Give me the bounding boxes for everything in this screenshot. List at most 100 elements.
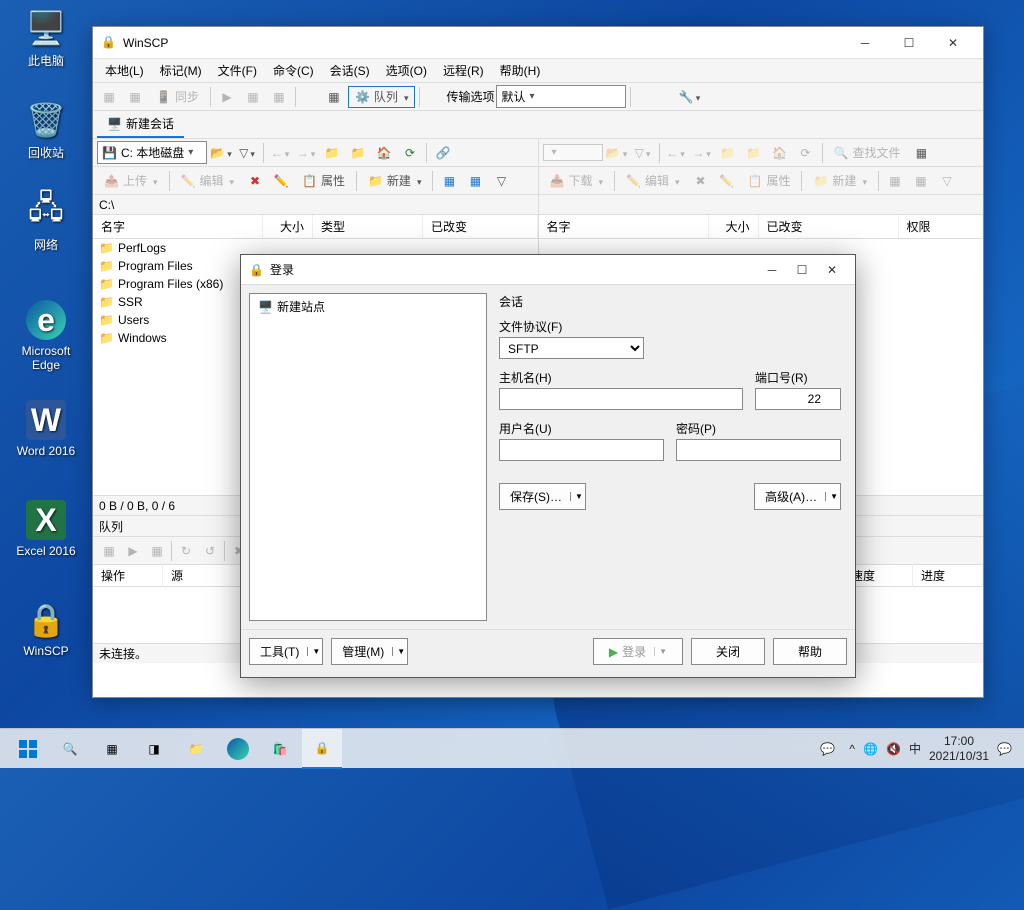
menu-remote[interactable]: 远程(R) xyxy=(435,60,492,81)
port-input[interactable] xyxy=(755,388,841,410)
desktop-icon-word[interactable]: WWord 2016 xyxy=(8,400,84,458)
rcol-changed[interactable]: 已改变 xyxy=(759,215,899,238)
chat-icon[interactable]: 💬 xyxy=(813,729,841,769)
back-icon[interactable]: ← xyxy=(268,142,292,164)
filter-icon[interactable]: ▽ xyxy=(235,142,259,164)
queue-button[interactable]: ⚙️队列 xyxy=(348,86,416,108)
taskview-button[interactable]: ▦ xyxy=(92,729,132,769)
menu-command[interactable]: 命令(C) xyxy=(265,60,322,81)
q-btn-2[interactable]: ▦ xyxy=(145,540,169,562)
r-props-button[interactable]: 📋属性 xyxy=(741,170,798,192)
tools-button[interactable]: 工具(T) xyxy=(249,638,323,665)
edge-taskbar[interactable] xyxy=(218,729,258,769)
tray-volume-icon[interactable]: 🔇 xyxy=(886,742,901,756)
minus-icon[interactable]: ▦ xyxy=(463,170,487,192)
desktop-icon-edge[interactable]: eMicrosoft Edge xyxy=(8,300,84,372)
menu-file[interactable]: 文件(F) xyxy=(210,60,265,81)
notification-icon[interactable]: 💬 xyxy=(997,742,1012,756)
sync-button[interactable]: 📱同步 xyxy=(149,86,206,108)
site-tree[interactable]: 🖥️ 新建站点 xyxy=(249,293,487,621)
tb-btn-5[interactable]: ▦ xyxy=(267,86,291,108)
start-button[interactable] xyxy=(8,729,48,769)
refresh-icon[interactable]: ⟳ xyxy=(398,142,422,164)
dlg-minimize[interactable]: ─ xyxy=(757,255,787,285)
qcol-progress[interactable]: 进度 xyxy=(913,564,983,587)
desktop-icon-computer[interactable]: 🖥️此电脑 xyxy=(8,8,84,69)
close-button[interactable]: ✕ xyxy=(931,28,975,58)
home-icon[interactable]: 🏠 xyxy=(372,142,396,164)
menu-help[interactable]: 帮助(H) xyxy=(492,60,549,81)
tb-btn-3[interactable]: ▶ xyxy=(215,86,239,108)
search-button[interactable]: 🔍 xyxy=(50,729,90,769)
upload-button[interactable]: 📤上传 xyxy=(97,170,165,192)
r-fwd-icon[interactable]: → xyxy=(690,142,714,164)
save-button[interactable]: 保存(S)… xyxy=(499,483,586,510)
explorer-button[interactable]: 📁 xyxy=(176,729,216,769)
login-titlebar[interactable]: 🔒 登录 ─ ☐ ✕ xyxy=(241,255,855,285)
pass-input[interactable] xyxy=(676,439,841,461)
new-site-item[interactable]: 🖥️ 新建站点 xyxy=(250,294,486,319)
r-refresh-icon[interactable]: ⟳ xyxy=(794,142,818,164)
download-button[interactable]: 📥下载 xyxy=(543,170,611,192)
sync-browse-icon[interactable]: 🔗 xyxy=(431,142,455,164)
r-new-button[interactable]: 📁新建 xyxy=(806,170,874,192)
menu-mark[interactable]: 标记(M) xyxy=(152,60,210,81)
open-folder-icon[interactable]: 📂 xyxy=(209,142,233,164)
tb-btn-1[interactable]: ▦ xyxy=(97,86,121,108)
menu-local[interactable]: 本地(L) xyxy=(97,60,152,81)
r-edit-button[interactable]: ✏️编辑 xyxy=(619,170,687,192)
tb-btn-2[interactable]: ▦ xyxy=(123,86,147,108)
q-btn-4[interactable]: ↺ xyxy=(198,540,222,562)
up-folder-icon[interactable]: 📁 xyxy=(320,142,344,164)
r-rename-icon[interactable]: ✏️ xyxy=(715,170,739,192)
q-btn-1[interactable]: ▦ xyxy=(97,540,121,562)
menu-session[interactable]: 会话(S) xyxy=(322,60,378,81)
tray-network-icon[interactable]: 🌐 xyxy=(863,742,878,756)
minimize-button[interactable]: ─ xyxy=(843,28,887,58)
user-input[interactable] xyxy=(499,439,664,461)
tb-btn-4[interactable]: ▦ xyxy=(241,86,265,108)
menu-options[interactable]: 选项(O) xyxy=(378,60,435,81)
r-home-icon[interactable]: 🏠 xyxy=(768,142,792,164)
r-filter2-icon[interactable]: ▽ xyxy=(935,170,959,192)
dlg-maximize[interactable]: ☐ xyxy=(787,255,817,285)
rcol-name[interactable]: 名字 xyxy=(539,215,709,238)
root-folder-icon[interactable]: 📁 xyxy=(346,142,370,164)
new-session-tab[interactable]: 🖥️ 新建会话 xyxy=(97,111,184,138)
col-size[interactable]: 大小 xyxy=(263,215,313,238)
r-delete-icon[interactable]: ✖ xyxy=(689,170,713,192)
r-up-icon[interactable]: 📁 xyxy=(716,142,740,164)
delete-icon[interactable]: ✖ xyxy=(243,170,267,192)
host-input[interactable] xyxy=(499,388,743,410)
drive-selector[interactable]: 💾C: 本地磁盘 xyxy=(97,141,207,164)
dlg-close[interactable]: ✕ xyxy=(817,255,847,285)
plus-icon[interactable]: ▦ xyxy=(437,170,461,192)
col-name[interactable]: 名字 xyxy=(93,215,263,238)
remote-drive[interactable] xyxy=(543,144,603,161)
qcol-op[interactable]: 操作 xyxy=(93,564,163,587)
rcol-perm[interactable]: 权限 xyxy=(899,215,984,238)
winscp-titlebar[interactable]: 🔒 WinSCP ─ ☐ ✕ xyxy=(93,27,983,59)
tb-btn-6[interactable]: ▦ xyxy=(322,86,346,108)
q-btn-3[interactable]: ↻ xyxy=(174,540,198,562)
manage-button[interactable]: 管理(M) xyxy=(331,638,408,665)
tray-clock[interactable]: 17:00 2021/10/31 xyxy=(929,734,989,763)
new-button[interactable]: 📁新建 xyxy=(361,170,429,192)
store-button[interactable]: 🛍️ xyxy=(260,729,300,769)
winscp-taskbar[interactable]: 🔒 xyxy=(302,729,342,769)
tray-chevron-icon[interactable]: ^ xyxy=(849,742,855,756)
r-minus-icon[interactable]: ▦ xyxy=(909,170,933,192)
r-plus-icon[interactable]: ▦ xyxy=(883,170,907,192)
advanced-button[interactable]: 高级(A)… xyxy=(754,483,841,510)
login-button[interactable]: ▶登录▼ xyxy=(593,638,683,665)
forward-icon[interactable]: → xyxy=(294,142,318,164)
r-extra-icon[interactable]: ▦ xyxy=(909,142,933,164)
r-open-icon[interactable]: 📂 xyxy=(605,142,629,164)
col-changed[interactable]: 已改变 xyxy=(423,215,538,238)
transfer-combo[interactable]: 默认 xyxy=(496,85,626,108)
close-button[interactable]: 关闭 xyxy=(691,638,765,665)
rcol-size[interactable]: 大小 xyxy=(709,215,759,238)
r-filter-icon[interactable]: ▽ xyxy=(631,142,655,164)
find-button[interactable]: 🔍查找文件 xyxy=(827,142,908,164)
desktop-icon-recycle[interactable]: 🗑️回收站 xyxy=(8,100,84,161)
